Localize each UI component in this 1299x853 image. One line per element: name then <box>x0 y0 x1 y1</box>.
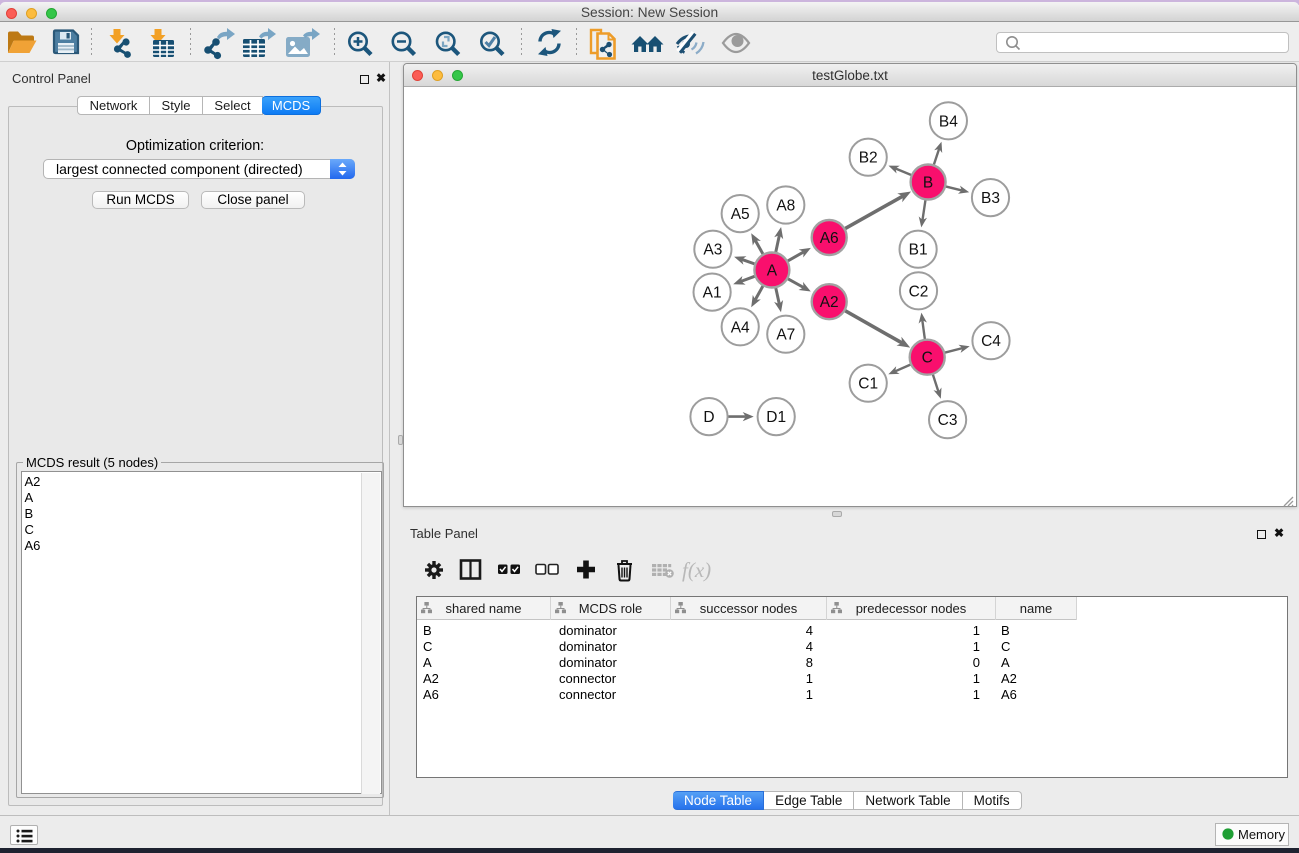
svg-text:A2: A2 <box>820 294 839 311</box>
svg-text:B2: B2 <box>859 150 878 167</box>
svg-text:B4: B4 <box>939 113 958 130</box>
svg-text:B: B <box>923 175 933 192</box>
svg-text:f(x): f(x) <box>682 558 711 582</box>
svg-text:A1: A1 <box>703 285 722 302</box>
svg-text:A3: A3 <box>703 242 722 259</box>
svg-text:A8: A8 <box>776 198 795 215</box>
svg-text:A: A <box>767 263 778 280</box>
svg-text:B1: B1 <box>909 242 928 259</box>
svg-text:C1: C1 <box>858 376 878 393</box>
svg-text:D: D <box>703 409 714 426</box>
svg-text:A6: A6 <box>820 230 839 247</box>
svg-text:C: C <box>922 350 933 367</box>
svg-text:A4: A4 <box>731 319 750 336</box>
svg-text:A5: A5 <box>731 206 750 223</box>
svg-text:D1: D1 <box>766 409 786 426</box>
svg-text:B3: B3 <box>981 190 1000 207</box>
svg-text:C2: C2 <box>909 283 929 300</box>
svg-text:C4: C4 <box>981 333 1001 350</box>
svg-text:A7: A7 <box>776 327 795 344</box>
svg-text:C3: C3 <box>938 412 958 429</box>
